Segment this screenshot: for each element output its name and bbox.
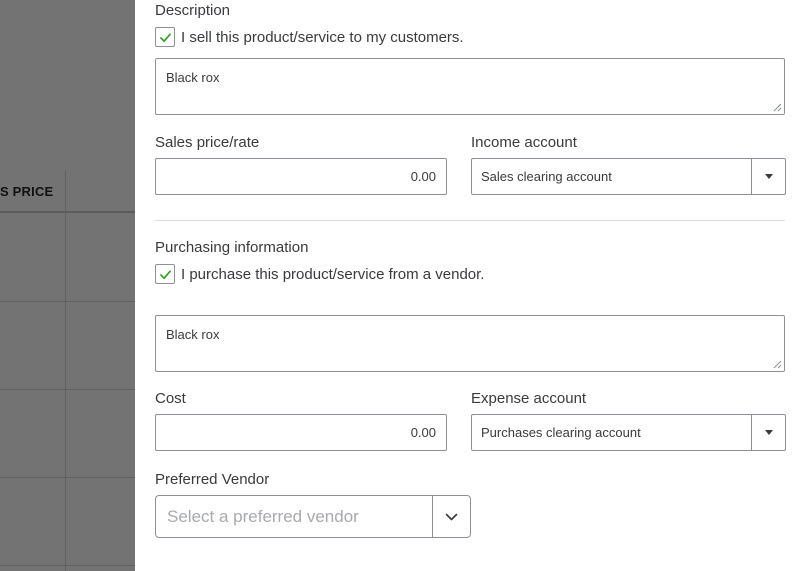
cost-value: 0.00 [410,425,436,440]
background-row-divider [0,477,135,478]
purchasing-heading: Purchasing information [155,239,309,256]
purchase-checkbox-row[interactable]: I purchase this product/service from a v… [155,264,484,284]
income-account-value: Sales clearing account [481,169,612,184]
resize-grip-icon[interactable] [773,103,782,112]
sales-description-textarea[interactable]: Black rox [155,58,785,115]
purchase-checkbox[interactable] [155,264,175,284]
cost-label: Cost [155,390,186,407]
expense-account-select[interactable]: Purchases clearing account [471,414,786,451]
income-account-label: Income account [471,134,577,151]
background-row-divider [0,389,135,390]
sales-price-value: 0.00 [410,169,436,184]
check-icon [159,269,171,279]
expense-account-value: Purchases clearing account [481,425,641,440]
preferred-vendor-select[interactable]: Select a preferred vendor [155,495,471,538]
purchase-checkbox-label: I purchase this product/service from a v… [181,265,485,283]
preferred-vendor-dropdown-button[interactable] [432,496,470,537]
income-account-dropdown-button[interactable] [751,159,785,194]
background-overlay: S PRICE [0,0,135,571]
purchase-description-textarea[interactable]: Black rox [155,315,785,372]
section-divider [155,220,785,221]
sell-checkbox-row[interactable]: I sell this product/service to my custom… [155,27,464,47]
resize-grip-icon[interactable] [773,360,782,369]
expense-account-dropdown-button[interactable] [751,415,785,450]
background-table-header: S PRICE [0,170,135,213]
expense-account-label: Expense account [471,390,587,407]
product-service-panel: Description I sell this product/service … [135,0,806,571]
sell-checkbox-label: I sell this product/service to my custom… [181,28,464,46]
preferred-vendor-label: Preferred Vendor [155,471,270,488]
background-column-divider [65,170,66,571]
caret-down-icon [764,430,773,435]
caret-down-icon [764,174,773,179]
description-heading: Description [155,2,231,19]
sales-description-text: Black rox [166,70,220,85]
income-account-select[interactable]: Sales clearing account [471,158,786,195]
background-row-divider [0,565,135,566]
background-column-header: S PRICE [0,184,54,199]
background-row-divider [0,301,135,302]
check-icon [159,32,171,42]
preferred-vendor-placeholder[interactable]: Select a preferred vendor [156,507,432,527]
sales-price-label: Sales price/rate [155,134,260,151]
cost-input[interactable]: 0.00 [155,414,447,451]
purchase-description-text: Black rox [166,327,220,342]
chevron-down-icon [445,513,458,520]
sell-checkbox[interactable] [155,27,175,47]
sales-price-input[interactable]: 0.00 [155,158,447,195]
